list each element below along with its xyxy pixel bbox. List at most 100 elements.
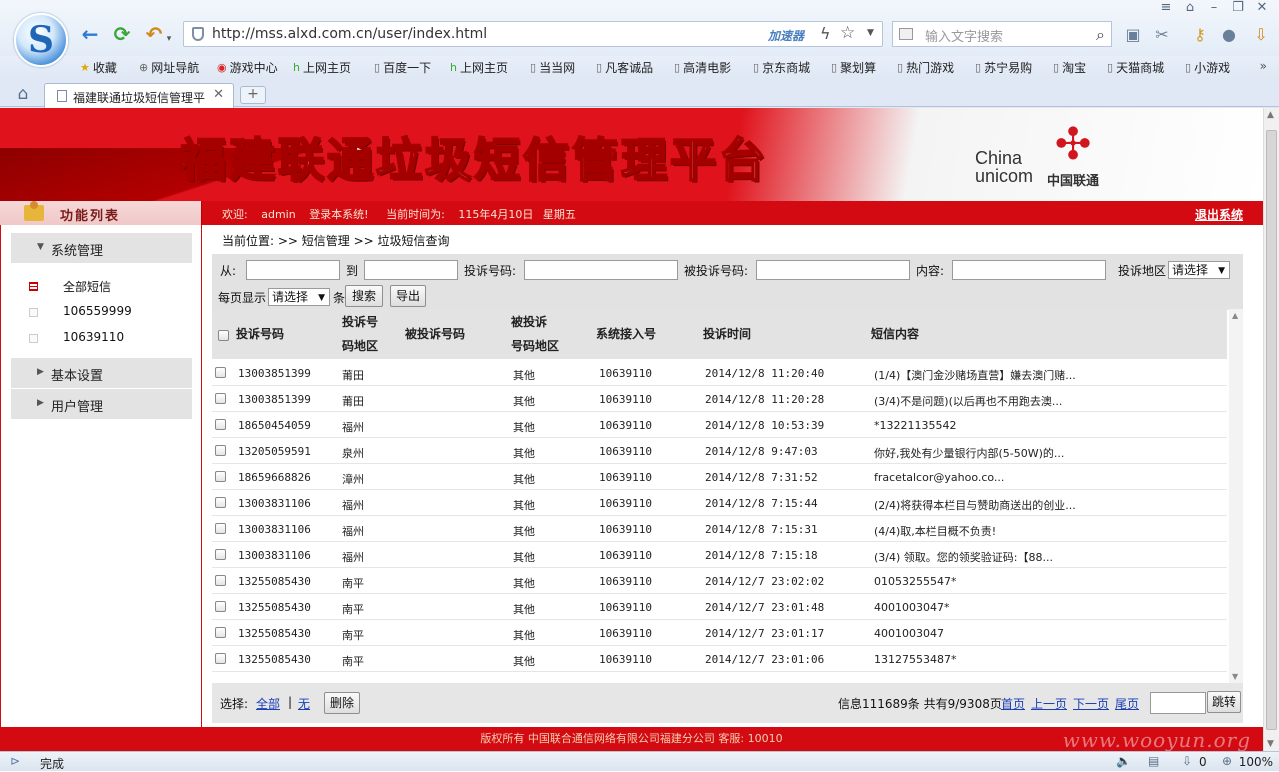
search-icon[interactable]: ⌕	[1096, 25, 1105, 45]
row-checkbox[interactable]	[215, 653, 226, 664]
bookmark-item[interactable]: ▯ 苏宁易购	[975, 59, 1032, 76]
bookmark-item[interactable]: ▯ 凡客诚品	[596, 59, 653, 76]
table-row[interactable]: 13255085430 南平 其他 10639110 2014/12/7 23:01:1…	[212, 620, 1227, 646]
column-header[interactable]: 被投诉号码	[405, 322, 465, 346]
bookmark-item[interactable]: ★ 收藏	[80, 59, 117, 76]
search-engine-icon[interactable]	[899, 28, 913, 40]
bookmark-item[interactable]: ▯ 热门游戏	[897, 59, 954, 76]
table-row[interactable]: 13255085430 南平 其他 10639110 2014/12/7 23:01:4…	[212, 594, 1227, 620]
close-icon[interactable]: ✕	[1255, 0, 1269, 18]
sidebar-section-basic-settings[interactable]: ▶ 基本设置	[11, 358, 192, 388]
table-row[interactable]: 13003831106 福州 其他 10639110 2014/12/8 7:15:44…	[212, 490, 1227, 516]
row-checkbox[interactable]	[215, 497, 226, 508]
scrollbar-thumb[interactable]	[1266, 130, 1277, 730]
zoom-level[interactable]: 100%	[1239, 755, 1273, 769]
select-all-link[interactable]: 全部	[256, 695, 280, 712]
row-checkbox[interactable]	[215, 445, 226, 456]
bookmark-item[interactable]: h 上网主页	[293, 59, 351, 76]
status-icon[interactable]: ⊳	[10, 754, 20, 768]
row-checkbox[interactable]	[215, 523, 226, 534]
accelerator-label[interactable]: 加速器	[768, 27, 804, 44]
chevron-right-icon[interactable]: »	[1260, 59, 1267, 73]
row-checkbox[interactable]	[215, 419, 226, 430]
search-button[interactable]: 搜索	[345, 285, 383, 307]
column-header[interactable]: 投诉号码	[236, 322, 284, 346]
bookmark-item[interactable]: ▯ 高清电影	[674, 59, 731, 76]
table-row[interactable]: 13255085430 南平 其他 10639110 2014/12/7 23:01:0…	[212, 646, 1227, 672]
more-icon[interactable]: ●	[1219, 25, 1239, 45]
search-input[interactable]: 输入文字搜索	[925, 26, 1003, 45]
briefcase-icon[interactable]: ▤	[1148, 754, 1159, 768]
delete-button[interactable]: 删除	[324, 692, 360, 714]
export-button[interactable]: 导出	[390, 285, 426, 307]
sidebar-item-all-sms[interactable]: 全部短信	[29, 278, 189, 296]
table-row[interactable]: 13003851399 莆田 其他 10639110 2014/12/8 11:20:4…	[212, 360, 1227, 386]
download-icon[interactable]: ⇩	[1251, 25, 1271, 45]
row-checkbox[interactable]	[215, 549, 226, 560]
menu-icon[interactable]: ≡	[1159, 0, 1173, 18]
sidebar-item-10639110[interactable]: 10639110	[29, 330, 189, 348]
table-row[interactable]: 13003831106 福州 其他 10639110 2014/12/8 7:15:18…	[212, 542, 1227, 568]
page-scrollbar[interactable]: ▲ ▼	[1263, 108, 1279, 751]
star-icon[interactable]: ☆	[840, 23, 855, 43]
bookmark-item[interactable]: ▯ 小游戏	[1185, 59, 1230, 76]
sidebar-section-system[interactable]: ▼ 系统管理	[11, 233, 192, 263]
column-header[interactable]: 短信内容	[871, 322, 919, 346]
scroll-down-icon[interactable]: ▼	[1267, 739, 1274, 749]
lightning-icon[interactable]: ϟ	[820, 24, 831, 43]
next-page-link[interactable]: 下一页	[1073, 695, 1109, 712]
sidebar-toggle-icon[interactable]: ▣	[1123, 25, 1143, 45]
scroll-up-icon[interactable]: ▲	[1232, 311, 1238, 320]
new-tab-button[interactable]: +	[240, 86, 266, 104]
bookmark-item[interactable]: ⊕ 网址导航	[139, 59, 199, 76]
content-input[interactable]	[952, 260, 1106, 280]
page-jump-input[interactable]	[1150, 692, 1206, 714]
scissors-icon[interactable]: ✂	[1152, 25, 1172, 45]
column-header[interactable]: 投诉时间	[703, 322, 751, 346]
scroll-up-icon[interactable]: ▲	[1267, 110, 1274, 120]
last-page-link[interactable]: 尾页	[1115, 695, 1139, 712]
speaker-icon[interactable]: 🔈	[1116, 754, 1131, 768]
column-header[interactable]: 号码地区	[511, 334, 559, 358]
row-checkbox[interactable]	[215, 601, 226, 612]
bookmark-item[interactable]: ▯ 百度一下	[374, 59, 431, 76]
zoom-icon[interactable]: ⊕	[1222, 754, 1232, 768]
jump-button[interactable]: 跳转	[1207, 691, 1241, 713]
url-text[interactable]: http://mss.alxd.com.cn/user/index.html	[212, 26, 487, 42]
browser-logo[interactable]: S	[14, 13, 68, 67]
column-header[interactable]: 系统接入号	[596, 322, 656, 346]
undo-close-tab-button[interactable]: ↶	[142, 22, 166, 46]
region-select[interactable]: 请选择 ▼	[1168, 261, 1230, 279]
per-page-select[interactable]: 请选择 ▼	[268, 288, 330, 306]
bookmark-item[interactable]: ▯ 京东商城	[753, 59, 810, 76]
table-row[interactable]: 18659668826 漳州 其他 10639110 2014/12/8 7:31:52…	[212, 464, 1227, 490]
table-row[interactable]: 13205059591 泉州 其他 10639110 2014/12/8 9:47:03…	[212, 438, 1227, 464]
bookmark-item[interactable]: ▯ 淘宝	[1053, 59, 1086, 76]
bookmark-item[interactable]: ▯ 天猫商城	[1107, 59, 1164, 76]
back-button[interactable]: ←	[78, 22, 102, 46]
key-icon[interactable]: ⚷	[1190, 25, 1210, 45]
column-header[interactable]: 码地区	[342, 334, 378, 358]
row-checkbox[interactable]	[215, 575, 226, 586]
column-header[interactable]: 投诉号	[342, 310, 378, 334]
from-date-input[interactable]	[246, 260, 340, 280]
row-checkbox[interactable]	[215, 471, 226, 482]
close-icon[interactable]: ✕	[213, 87, 224, 102]
chevron-down-icon[interactable]: ▼	[867, 28, 874, 38]
skin-icon[interactable]: ⌂	[1183, 0, 1197, 18]
complained-number-input[interactable]	[756, 260, 910, 280]
complaint-number-input[interactable]	[524, 260, 678, 280]
restore-icon[interactable]: ❐	[1231, 0, 1245, 18]
sidebar-section-user-management[interactable]: ▶ 用户管理	[11, 389, 192, 419]
bookmark-item[interactable]: h 上网主页	[450, 59, 508, 76]
table-scrollbar[interactable]: ▲ ▼	[1229, 309, 1243, 683]
tab-active[interactable]: 福建联通垃圾短信管理平 ✕	[44, 83, 234, 108]
bookmark-item[interactable]: ◉ 游戏中心	[217, 59, 278, 76]
address-bar[interactable]: http://mss.alxd.com.cn/user/index.html 加…	[183, 21, 883, 47]
table-row[interactable]: 13003831106 福州 其他 10639110 2014/12/8 7:15:31…	[212, 516, 1227, 542]
minimize-icon[interactable]: –	[1207, 0, 1221, 18]
table-row[interactable]: 13003851399 莆田 其他 10639110 2014/12/8 11:20:2…	[212, 386, 1227, 412]
row-checkbox[interactable]	[215, 627, 226, 638]
chevron-down-icon[interactable]: ▾	[165, 27, 173, 51]
select-none-link[interactable]: 无	[298, 695, 310, 712]
